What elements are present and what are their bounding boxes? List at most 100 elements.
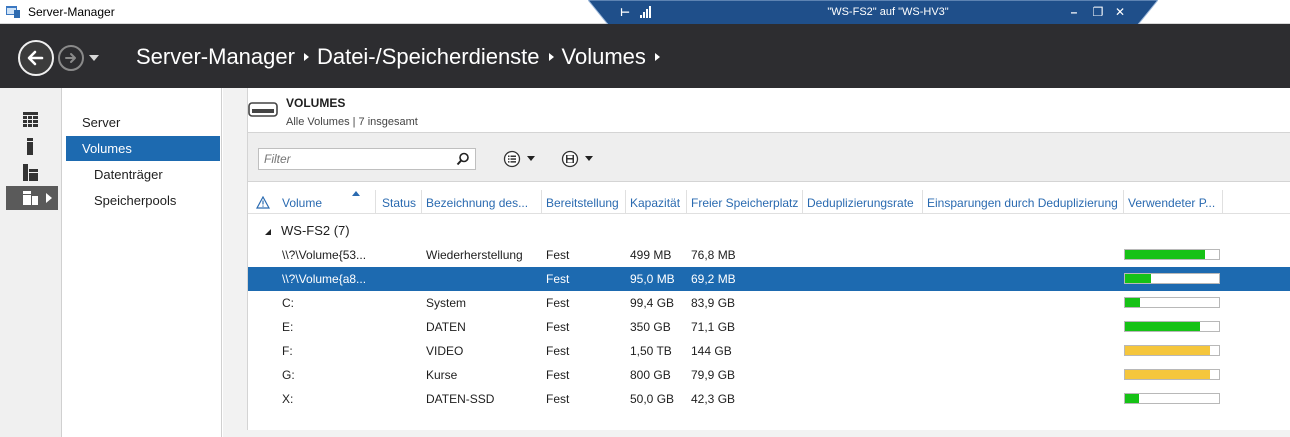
used-percentage-bar [1124, 321, 1220, 332]
cell-provisioning: Fest [546, 296, 570, 310]
breadcrumb-separator-icon [540, 46, 562, 68]
rail-dashboard[interactable] [6, 108, 58, 132]
rdp-session-title: "WS-FS2" auf "WS-HV3" [827, 6, 949, 18]
cell-dedup-rate [803, 291, 923, 315]
cell-provisioning: Fest [546, 248, 570, 262]
column-header-label: Kapazität [630, 196, 681, 210]
forward-button[interactable] [58, 45, 84, 71]
save-icon [561, 150, 593, 168]
column-header-warning[interactable] [248, 190, 278, 214]
tile-title: VOLUMES [286, 96, 346, 110]
cell-provisioning: Fest [546, 320, 570, 334]
breadcrumb-volumes[interactable]: Volumes [562, 44, 646, 70]
column-header-label: Einsparungen durch Deduplizierung [927, 196, 1118, 210]
column-header-label: Volume [282, 196, 323, 210]
column-header-label: Freier Speicherplatz [691, 196, 799, 210]
tile-subtitle: Alle Volumes | 7 insgesamt [286, 116, 418, 128]
column-header-dedup-savings[interactable]: Einsparungen durch Deduplizierung [923, 190, 1124, 214]
rail-local-server[interactable] [6, 134, 58, 158]
main-content: VOLUMES Alle Volumes | 7 insgesamt Filte… [223, 88, 1290, 437]
save-query-button[interactable] [560, 148, 602, 170]
rdp-restore-button[interactable]: ❐ [1090, 4, 1106, 20]
table-row[interactable]: \\?\Volume{53... Wiederherstellung Fest 499… [248, 243, 1290, 267]
server-manager-app-icon [6, 6, 20, 18]
breadcrumb-separator-icon[interactable] [646, 46, 668, 68]
used-percentage-bar [1124, 345, 1220, 356]
cell-dedup-savings [923, 339, 1124, 363]
used-percentage-fill [1125, 250, 1205, 259]
window-title: Server-Manager [28, 5, 115, 19]
table-row[interactable]: F: VIDEO Fest 1,50 TB 144 GB [248, 339, 1290, 363]
cell-status [378, 291, 422, 315]
column-header-label: Verwendeter P... [1128, 196, 1216, 210]
used-percentage-bar [1124, 369, 1220, 380]
cell-status [378, 363, 422, 387]
rdp-minimize-button[interactable]: – [1066, 4, 1082, 20]
column-header-free-space[interactable]: Freier Speicherplatz [687, 190, 803, 214]
cell-label: VIDEO [426, 344, 464, 358]
cell-volume: G: [282, 368, 295, 382]
search-icon[interactable] [456, 152, 470, 166]
list-options-button[interactable] [502, 148, 544, 170]
rail-all-servers[interactable] [6, 160, 58, 184]
nav-item-volumes[interactable]: Volumes [66, 136, 220, 161]
pin-icon[interactable]: ⊢ [620, 6, 630, 19]
table-row[interactable]: \\?\Volume{a8... Fest 95,0 MB 69,2 MB [248, 267, 1290, 291]
nav-item-storage-pools[interactable]: Speicherpools [66, 188, 220, 213]
cell-label: DATEN-SSD [426, 392, 495, 406]
cell-provisioning: Fest [546, 368, 570, 382]
cell-volume: F: [282, 344, 293, 358]
cell-provisioning: Fest [546, 392, 570, 406]
cell-dedup-savings [923, 315, 1124, 339]
rdp-close-button[interactable]: ✕ [1112, 4, 1128, 20]
column-header-dedup-rate[interactable]: Deduplizierungsrate [803, 190, 923, 214]
column-header-capacity[interactable]: Kapazität [626, 190, 687, 214]
breadcrumb-file-storage-services[interactable]: Datei-/Speicherdienste [317, 44, 540, 70]
filter-input[interactable] [259, 149, 455, 169]
used-percentage-bar [1124, 393, 1220, 404]
cell-capacity: 499 MB [630, 248, 672, 262]
cell-dedup-rate [803, 315, 923, 339]
cell-dedup-rate [803, 339, 923, 363]
cell-label: Wiederherstellung [426, 248, 523, 262]
column-header-used-percentage[interactable]: Verwendeter P... [1124, 190, 1223, 214]
rail-file-storage-services[interactable] [6, 186, 58, 210]
table-row[interactable]: G: Kurse Fest 800 GB 79,9 GB [248, 363, 1290, 387]
used-percentage-bar [1124, 273, 1220, 284]
used-percentage-fill [1125, 274, 1152, 283]
cell-dedup-savings [923, 363, 1124, 387]
nav-item-disks[interactable]: Datenträger [66, 162, 220, 187]
history-dropdown-icon[interactable] [88, 53, 100, 63]
sort-ascending-icon [352, 191, 360, 196]
cell-dedup-rate [803, 267, 923, 291]
grid-header: Volume Status Bezeichnung des... Bereits… [248, 190, 1290, 214]
breadcrumb-server-manager[interactable]: Server-Manager [136, 44, 295, 70]
cell-status [378, 243, 422, 267]
nav-item-server[interactable]: Server [66, 110, 220, 135]
cell-volume: \\?\Volume{a8... [282, 272, 367, 286]
cell-volume: X: [282, 392, 294, 406]
column-header-volume[interactable]: Volume [278, 190, 376, 214]
cell-provisioning: Fest [546, 272, 570, 286]
table-row[interactable]: E: DATEN Fest 350 GB 71,1 GB [248, 315, 1290, 339]
cell-free-space: 71,1 GB [691, 320, 736, 334]
column-header-label-name[interactable]: Bezeichnung des... [422, 190, 542, 214]
column-header-status[interactable]: Status [378, 190, 422, 214]
used-percentage-fill [1125, 346, 1210, 355]
nav-item-label: Volumes [82, 141, 132, 156]
table-row[interactable]: X: DATEN-SSD Fest 50,0 GB 42,3 GB [248, 387, 1290, 411]
table-row[interactable]: C: System Fest 99,4 GB 83,9 GB [248, 291, 1290, 315]
all-servers-icon [23, 164, 38, 181]
connection-quality-icon[interactable] [640, 6, 652, 18]
cell-free-space: 69,2 MB [691, 272, 736, 286]
cell-status [378, 315, 422, 339]
used-percentage-fill [1125, 298, 1141, 307]
expand-arrow-icon [46, 193, 52, 203]
group-label: WS-FS2 (7) [281, 223, 350, 238]
back-button[interactable] [18, 40, 54, 76]
collapse-triangle-icon[interactable] [264, 228, 272, 236]
app-header: Server-Manager Datei-/Speicherdienste Vo… [0, 24, 1290, 88]
cell-dedup-savings [923, 267, 1124, 291]
column-header-provisioning[interactable]: Bereitstellung [542, 190, 626, 214]
cell-volume: E: [282, 320, 294, 334]
